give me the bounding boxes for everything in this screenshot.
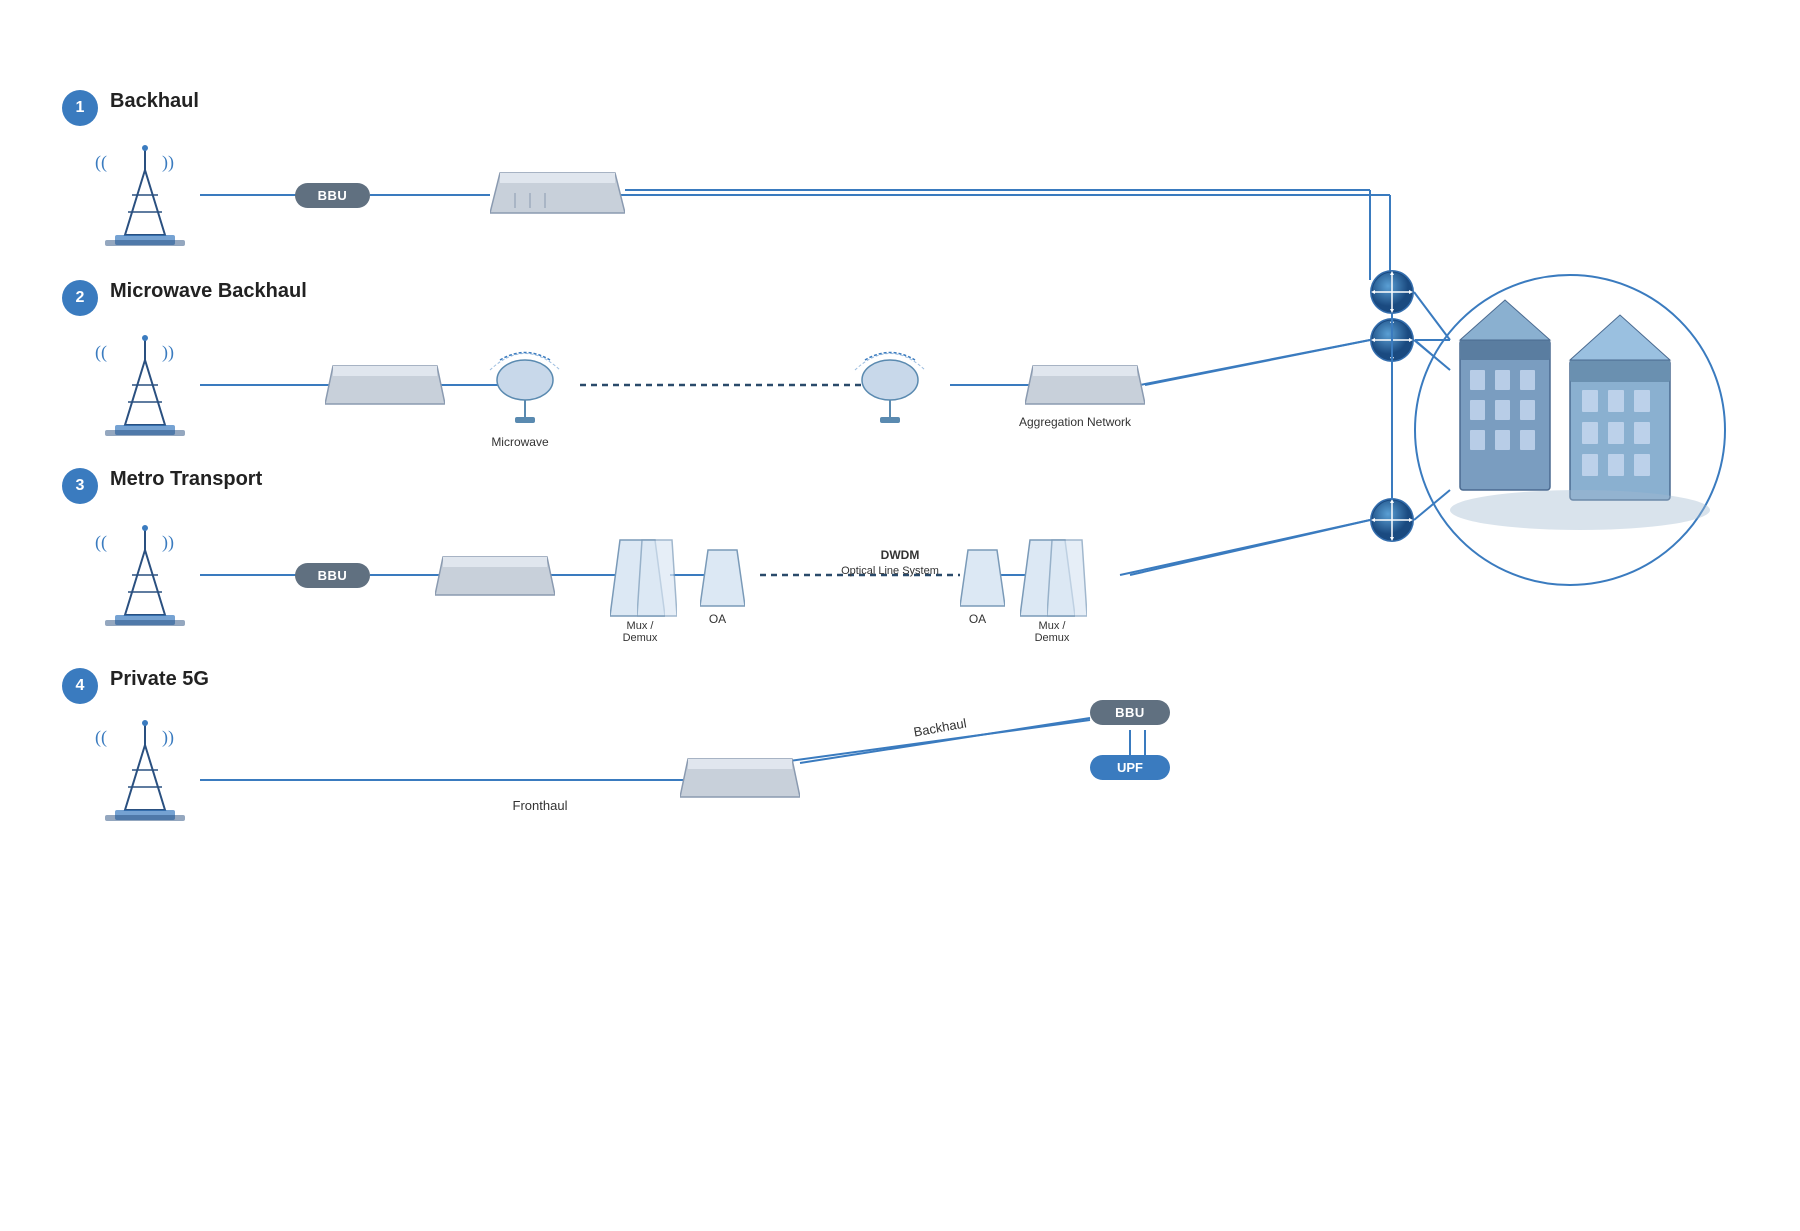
- tower-1: (( )): [90, 140, 200, 255]
- upf: UPF: [1090, 755, 1170, 780]
- svg-text:((: ((: [95, 152, 107, 173]
- switch-4: [680, 755, 800, 806]
- mux-demux-right-label: Mux /Demux: [1012, 620, 1092, 644]
- section-label-4: Private 5G: [110, 668, 209, 691]
- aggregation-label: Aggregation Network: [995, 415, 1155, 429]
- bbu-4: BBU: [1090, 700, 1170, 725]
- svg-text:)): )): [162, 532, 174, 553]
- mux-demux-right-2: [1047, 538, 1087, 623]
- tower-3: (( )): [90, 520, 200, 635]
- badge-3: 3: [62, 468, 98, 504]
- bbu-1: BBU: [295, 183, 370, 208]
- switch-1: [490, 168, 625, 223]
- mux-demux-left-2: [637, 538, 677, 623]
- svg-text:)): )): [162, 152, 174, 173]
- oa-left-label: OA: [695, 612, 740, 626]
- oa-left: [700, 548, 745, 613]
- datacenter-buildings: [1440, 280, 1720, 565]
- badge-4: 4: [62, 668, 98, 704]
- microwave-label: Microwave: [475, 435, 565, 449]
- oa-right-label: OA: [955, 612, 1000, 626]
- tower-2: (( )): [90, 330, 200, 445]
- microwave-dish-left: [480, 345, 570, 440]
- svg-text:((: ((: [95, 532, 107, 553]
- fronthaul-label: Fronthaul: [390, 798, 690, 813]
- mux-demux-left-label: Mux /Demux: [600, 620, 680, 644]
- bbu-3: BBU: [295, 563, 370, 588]
- crosshair-node-mid: [1370, 318, 1414, 362]
- svg-text:)): )): [162, 342, 174, 363]
- diagram-container: 1 Backhaul (( )) BBU: [0, 0, 1800, 1231]
- badge-2: 2: [62, 280, 98, 316]
- section-label-3: Metro Transport: [110, 468, 262, 491]
- switch-2: [325, 362, 445, 413]
- section-label-1: Backhaul: [110, 90, 199, 113]
- section-label-2: Microwave Backhaul: [110, 280, 307, 303]
- dwdm-label: DWDM: [820, 548, 980, 562]
- svg-text:)): )): [162, 727, 174, 748]
- svg-text:((: ((: [95, 727, 107, 748]
- oa-right: [960, 548, 1005, 613]
- tower-4: (( )): [90, 715, 200, 830]
- badge-1: 1: [62, 90, 98, 126]
- microwave-dish-right: [845, 345, 935, 440]
- aggregation-switch: [1025, 362, 1145, 413]
- crosshair-node-lower: [1370, 498, 1414, 542]
- svg-text:((: ((: [95, 342, 107, 363]
- crosshair-node-top: [1370, 270, 1414, 314]
- switch-3: [435, 553, 555, 604]
